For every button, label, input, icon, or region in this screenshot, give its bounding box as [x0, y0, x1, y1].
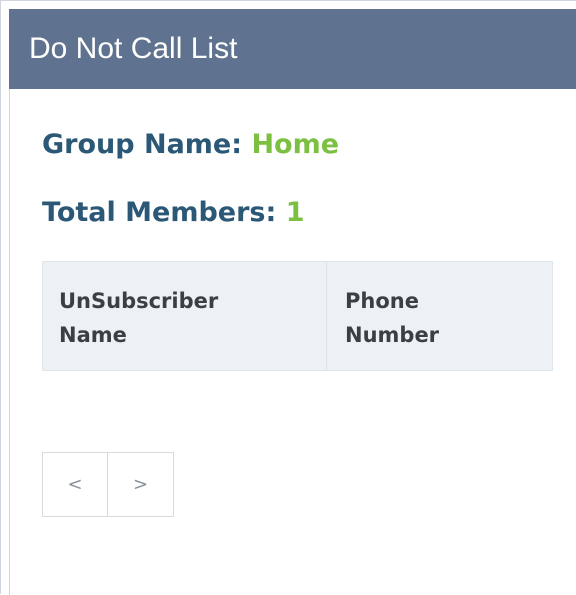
- unsubscriber-table: UnSubscriber Name Phone Number: [42, 261, 553, 371]
- column-header-phone-number[interactable]: Phone Number: [327, 262, 552, 370]
- column-header-line: UnSubscriber: [59, 289, 219, 313]
- column-header-unsubscriber-name[interactable]: UnSubscriber Name: [43, 262, 327, 370]
- panel-header: Do Not Call List: [9, 9, 576, 89]
- column-header-line: Name: [59, 323, 127, 347]
- panel-body: Group Name: Home Total Members: 1 UnSubs…: [9, 89, 576, 595]
- panel-title: Do Not Call List: [29, 32, 238, 65]
- column-header-line: Number: [345, 323, 440, 347]
- do-not-call-panel: Do Not Call List Group Name: Home Total …: [0, 0, 576, 595]
- group-name-label: Group Name:: [42, 129, 243, 160]
- group-name-value: Home: [251, 129, 340, 160]
- total-members-label: Total Members:: [42, 197, 277, 228]
- column-header-line: Phone: [345, 289, 419, 313]
- total-members-line: Total Members: 1: [42, 197, 305, 228]
- pagination: < >: [42, 452, 174, 517]
- previous-page-button[interactable]: <: [43, 453, 108, 516]
- total-members-value: 1: [285, 197, 305, 228]
- next-page-button[interactable]: >: [108, 453, 173, 516]
- group-name-line: Group Name: Home: [42, 129, 339, 160]
